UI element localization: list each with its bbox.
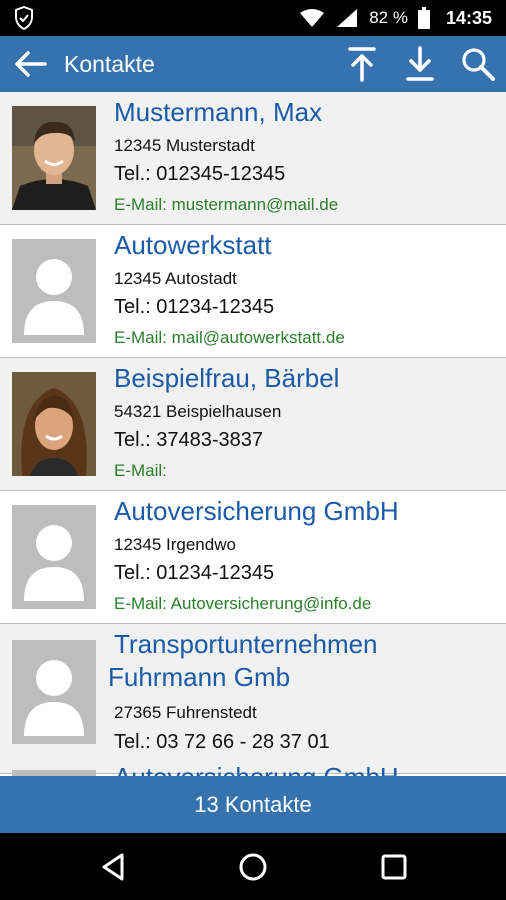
contact-email[interactable]: E-Mail: mustermann@mail.de — [114, 195, 338, 215]
contact-row[interactable]: Autowerkstatt 12345 Autostadt Tel.: 0123… — [0, 225, 506, 358]
page-title: Kontakte — [64, 51, 155, 77]
signal-icon — [337, 9, 358, 27]
contact-row[interactable]: Transportunternehmen Fuhrmann Gmb 27365 … — [0, 624, 506, 774]
scroll-top-icon[interactable] — [344, 46, 380, 82]
contact-city: 54321 Beispielhausen — [114, 402, 282, 421]
person-placeholder-icon — [12, 640, 96, 744]
contact-city: 12345 Musterstadt — [114, 136, 255, 155]
battery-percent: 82 % — [369, 8, 408, 27]
clock: 14:35 — [445, 7, 492, 28]
contact-row[interactable]: Beispielfrau, Bärbel 54321 Beispielhause… — [0, 358, 506, 491]
contact-phone[interactable]: Tel.: 01234-12345 — [114, 296, 274, 319]
contact-photo — [12, 239, 96, 343]
contact-email[interactable]: E-Mail: Autoversicherung@info.de — [114, 594, 371, 614]
contact-count-label: 13 Kontakte — [194, 792, 312, 817]
contact-photo — [12, 505, 96, 609]
contact-name: Beispielfrau, Bärbel — [114, 363, 340, 393]
contact-email[interactable]: E-Mail: — [114, 461, 167, 481]
contact-city: 12345 Autostadt — [114, 269, 237, 288]
male-photo-icon — [12, 106, 96, 210]
contact-phone[interactable]: Tel.: 01234-12345 — [114, 562, 274, 585]
contact-phone[interactable]: Tel.: 37483-3837 — [114, 429, 263, 452]
home-circle-icon[interactable] — [237, 851, 269, 883]
app-bar: Kontakte — [0, 36, 506, 92]
contact-name: Autowerkstatt — [114, 230, 272, 260]
wifi-icon — [300, 9, 325, 27]
system-nav-bar — [0, 833, 506, 900]
contact-photo — [12, 106, 96, 210]
contact-city: 27365 Fuhrenstedt — [114, 703, 257, 722]
contact-name: Autoversicherung GmbH — [114, 762, 399, 776]
search-icon[interactable] — [460, 46, 496, 82]
contact-name: Autoversicherung GmbH — [114, 496, 399, 526]
contact-phone[interactable]: Tel.: 012345-12345 — [114, 163, 285, 186]
contact-list[interactable]: Mustermann, Max 12345 Musterstadt Tel.: … — [0, 92, 506, 776]
back-triangle-icon[interactable] — [98, 851, 130, 883]
contact-name-line2: Fuhrmann Gmb — [108, 662, 291, 692]
recents-square-icon[interactable] — [378, 851, 410, 883]
contact-row[interactable]: Mustermann, Max 12345 Musterstadt Tel.: … — [0, 92, 506, 225]
shield-icon — [15, 6, 33, 30]
back-arrow-icon[interactable] — [12, 48, 48, 80]
contact-name: Mustermann, Max — [114, 97, 323, 127]
download-icon[interactable] — [402, 46, 438, 82]
contact-photo — [12, 372, 96, 476]
contact-row[interactable]: Autoversicherung GmbH 12345 Irgendwo Tel… — [0, 491, 506, 624]
contact-count-bar: 13 Kontakte — [0, 776, 506, 833]
contact-name: Transportunternehmen — [114, 629, 378, 659]
contact-photo — [12, 640, 96, 744]
contact-email[interactable]: E-Mail: mail@autowerkstatt.de — [114, 328, 345, 348]
status-bar: 82 % 14:35 — [0, 0, 506, 36]
battery-icon — [417, 7, 430, 29]
contact-city: 12345 Irgendwo — [114, 535, 236, 554]
person-placeholder-icon — [12, 505, 96, 609]
person-placeholder-icon — [12, 239, 96, 343]
female-photo-icon — [12, 372, 96, 476]
contact-phone[interactable]: Tel.: 03 72 66 - 28 37 01 — [114, 731, 330, 754]
